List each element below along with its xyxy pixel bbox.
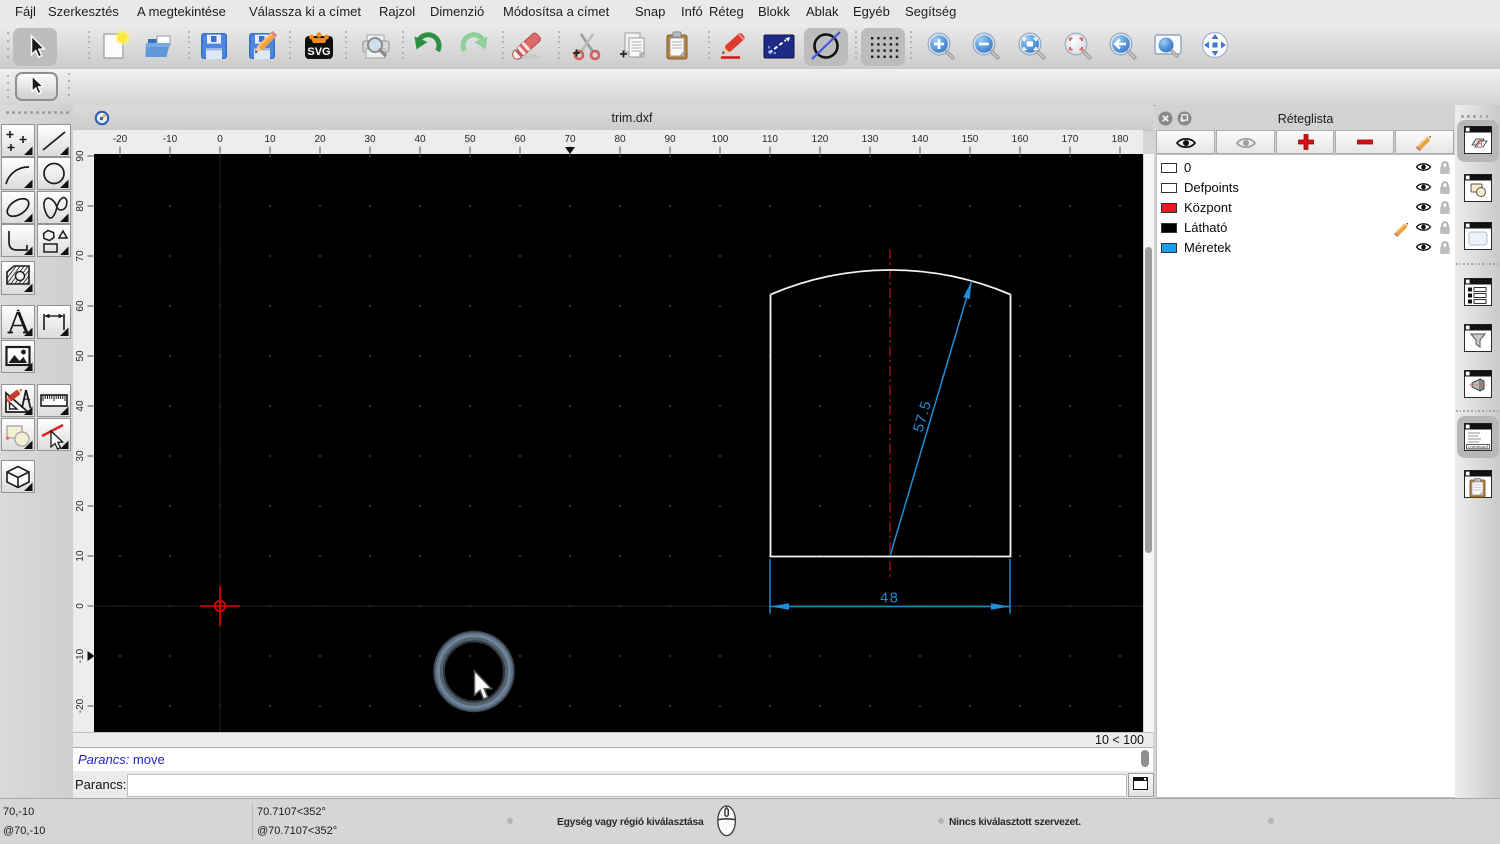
- svg-text:-10: -10: [75, 648, 86, 663]
- svg-text:SVG: SVG: [307, 46, 330, 58]
- svg-text:70: 70: [75, 250, 86, 262]
- svg-text:70: 70: [564, 134, 576, 145]
- svg-text:90: 90: [75, 150, 86, 162]
- svg-text:0: 0: [75, 603, 86, 609]
- svg-text:50: 50: [464, 134, 476, 145]
- svg-text:160: 160: [1012, 134, 1029, 145]
- svg-text:command: command: [1468, 444, 1488, 449]
- svg-text:60: 60: [75, 300, 86, 312]
- svg-text:110: 110: [762, 134, 778, 145]
- svg-text:48: 48: [880, 591, 899, 607]
- svg-text:-20: -20: [75, 698, 86, 713]
- svg-text:80: 80: [75, 200, 86, 212]
- svg-text:-20: -20: [113, 134, 128, 145]
- svg-text:30: 30: [364, 134, 376, 145]
- svg-text:60: 60: [514, 134, 526, 145]
- svg-text:20: 20: [314, 134, 326, 145]
- svg-text:180: 180: [1112, 134, 1129, 145]
- svg-text:100: 100: [712, 134, 729, 145]
- svg-text:30: 30: [75, 450, 86, 462]
- svg-text:20: 20: [75, 500, 86, 512]
- svg-text:10: 10: [75, 550, 86, 562]
- svg-text:140: 140: [912, 134, 929, 145]
- svg-text:80: 80: [614, 134, 626, 145]
- svg-text:120: 120: [812, 134, 829, 145]
- svg-text:130: 130: [862, 134, 879, 145]
- svg-text:150: 150: [962, 134, 979, 145]
- svg-text:170: 170: [1062, 134, 1079, 145]
- svg-text:40: 40: [75, 400, 86, 412]
- svg-text:50: 50: [75, 350, 86, 362]
- svg-text:0: 0: [217, 134, 223, 145]
- svg-text:40: 40: [414, 134, 426, 145]
- svg-text:90: 90: [664, 134, 676, 145]
- svg-text:-10: -10: [163, 134, 178, 145]
- svg-text:A: A: [1476, 139, 1482, 148]
- svg-text:10: 10: [264, 134, 276, 145]
